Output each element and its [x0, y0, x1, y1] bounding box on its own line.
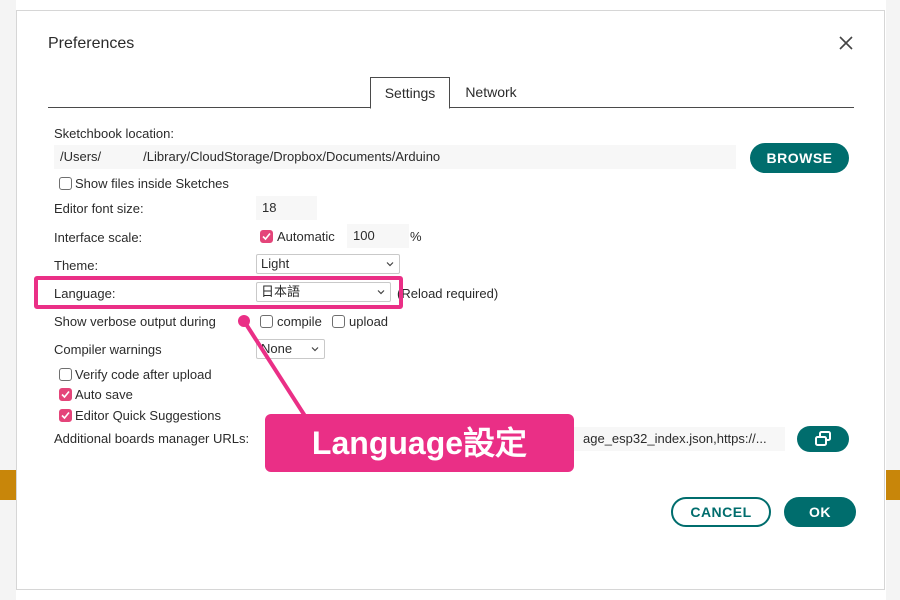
- tabs-divider: [48, 107, 854, 108]
- boards-urls-label: Additional boards manager URLs:: [54, 431, 250, 446]
- quick-suggestions-checkbox[interactable]: [59, 409, 72, 422]
- verbose-upload-label: upload: [349, 314, 389, 329]
- close-icon[interactable]: [836, 33, 856, 53]
- show-files-checkbox[interactable]: [59, 177, 72, 190]
- verbose-upload-checkbox[interactable]: [332, 315, 345, 328]
- font-size-label: Editor font size:: [54, 201, 144, 216]
- compiler-warnings-select[interactable]: None: [256, 339, 325, 359]
- verbose-compile-checkbox[interactable]: [260, 315, 273, 328]
- compiler-warnings-label: Compiler warnings: [54, 342, 162, 357]
- chevron-down-icon: [386, 262, 394, 267]
- ok-button[interactable]: OK: [784, 497, 856, 527]
- automatic-label: Automatic: [277, 229, 335, 244]
- font-size-input[interactable]: 18: [256, 196, 317, 220]
- show-files-label: Show files inside Sketches: [75, 176, 229, 191]
- verbose-compile-label: compile: [277, 314, 322, 329]
- tab-network[interactable]: Network: [453, 77, 529, 108]
- language-highlight-box: [34, 276, 403, 309]
- sketchbook-path-field[interactable]: /Users/ /Library/CloudStorage/Dropbox/Doc…: [54, 145, 736, 169]
- interface-scale-input[interactable]: 100: [347, 224, 409, 248]
- verify-code-label: Verify code after upload: [75, 367, 212, 382]
- language-reload-note: (Reload required): [397, 286, 499, 301]
- compiler-warnings-value: None: [261, 341, 293, 356]
- background-accent-right: [886, 470, 900, 500]
- chevron-down-icon: [311, 347, 319, 352]
- verify-code-checkbox[interactable]: [59, 368, 72, 381]
- auto-save-checkbox[interactable]: [59, 388, 72, 401]
- sketchbook-path-user: /Users/: [60, 149, 102, 164]
- auto-save-label: Auto save: [75, 387, 133, 402]
- dialog-title: Preferences: [48, 35, 135, 52]
- cancel-button[interactable]: CANCEL: [671, 497, 771, 527]
- verbose-label: Show verbose output during: [54, 314, 216, 329]
- language-callout-label: Language設定: [265, 414, 574, 472]
- background-window-right: [886, 0, 900, 600]
- theme-label: Theme:: [54, 258, 99, 273]
- automatic-checkbox[interactable]: [260, 230, 273, 243]
- theme-value: Light: [261, 256, 290, 271]
- browse-button[interactable]: BROWSE: [750, 143, 849, 173]
- copy-window-icon: [815, 431, 831, 446]
- sketchbook-label: Sketchbook location:: [54, 126, 174, 141]
- interface-scale-unit: %: [410, 229, 422, 244]
- sketchbook-path-rest: /Library/CloudStorage/Dropbox/Documents/…: [143, 149, 441, 164]
- tab-settings[interactable]: Settings: [370, 77, 450, 109]
- background-window-left: [0, 0, 16, 600]
- quick-suggestions-label: Editor Quick Suggestions: [75, 408, 221, 423]
- open-urls-editor-button[interactable]: [797, 426, 849, 452]
- background-accent-left: [0, 470, 16, 500]
- theme-select[interactable]: Light: [256, 254, 400, 274]
- interface-scale-label: Interface scale:: [54, 230, 143, 245]
